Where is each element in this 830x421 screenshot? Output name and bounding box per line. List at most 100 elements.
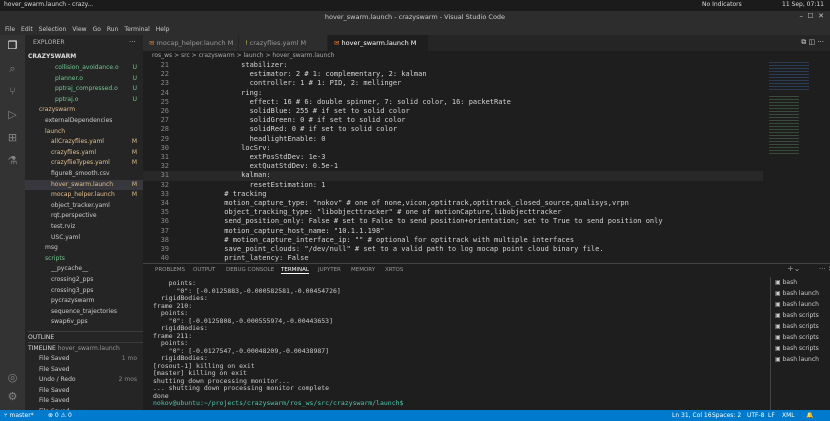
tab-debug-console[interactable]: DEBUG CONSOLE <box>226 267 274 273</box>
code-line[interactable]: 33 # tracking <box>143 190 763 199</box>
testing-icon[interactable]: ⚗ <box>6 154 19 167</box>
tab-terminal[interactable]: TERMINAL <box>281 267 309 274</box>
editor-actions[interactable]: ⧉ ◫ ··· <box>801 38 824 47</box>
menu-view[interactable]: View <box>72 26 86 33</box>
terminal-line[interactable]: "0": [-0.0125883,-0.000582581,-0.0045472… <box>153 287 768 296</box>
manage-gear-icon[interactable]: ⚙ <box>6 390 19 403</box>
code-line[interactable]: 23 controller: 1 # 1: PID, 2: mellinger <box>143 79 763 88</box>
notifications-icon[interactable]: 🔔 <box>806 412 813 419</box>
file-tree-item[interactable]: pptraj.o U <box>25 95 143 106</box>
file-tree-item[interactable]: rqt.perspective <box>25 211 143 222</box>
menu-file[interactable]: File <box>5 26 15 33</box>
code-line[interactable]: 34 motion_capture_type: "nokov" # one of… <box>143 199 763 208</box>
terminal-line[interactable]: "0": [-0.0127547,-0.00048209,-0.00438987… <box>153 347 768 356</box>
code-line[interactable]: 37 motion_capture_host_name: "10.1.1.198… <box>143 227 763 236</box>
more-actions-icon[interactable]: ··· <box>129 38 136 46</box>
encoding[interactable]: UTF-8 <box>747 412 765 419</box>
account-icon[interactable]: ◎ <box>6 371 19 384</box>
code-line[interactable]: 40 print_latency: False <box>143 254 763 263</box>
timeline-item[interactable]: File Saved <box>25 365 143 376</box>
file-tree-item[interactable]: test.rviz <box>25 222 143 233</box>
terminal-instance[interactable]: ▣ bash scripts <box>775 323 819 330</box>
code-line[interactable]: 39 save_point_clouds: "/dev/null" # set … <box>143 245 763 254</box>
file-tree-item[interactable]: mocap_helper.launch M <box>25 190 143 201</box>
menu-run[interactable]: Run <box>107 26 119 33</box>
file-tree-item[interactable]: figure8_smooth.csv <box>25 169 143 180</box>
breadcrumb[interactable]: ros_ws > src > crazyswarm > launch > hov… <box>143 51 830 60</box>
code-line[interactable]: 28 solidRed: 0 # if set to solid color <box>143 125 763 134</box>
timeline-item[interactable]: Undo / Redo 2 mos <box>25 375 143 386</box>
tab-jupyter[interactable]: JUPYTER <box>318 267 341 273</box>
code-line[interactable]: 32 extQuatStdDev: 0.5e-1 <box>143 162 763 171</box>
clock[interactable]: 11 Sep, 07:11 <box>782 1 824 8</box>
file-tree-item[interactable]: swap6v_pps <box>25 317 143 328</box>
file-tree-item[interactable]: hover_swarm.launch M <box>25 179 143 191</box>
terminal-line[interactable]: rigidBodies: <box>153 294 768 303</box>
file-tree-item[interactable]: crossing2_pps <box>25 275 143 286</box>
code-line[interactable]: 31 extPosStdDev: 1e-3 <box>143 153 763 162</box>
code-line[interactable]: 36 send_position_only: False # set to Fa… <box>143 217 763 226</box>
file-tree-item[interactable]: sequence_trajectories <box>25 307 143 318</box>
file-tree-item[interactable]: collision_avoidance.o U <box>25 63 143 74</box>
code-line[interactable]: 29 headlightEnable: 0 <box>143 135 763 144</box>
terminal-instance[interactable]: ▣ bash scripts <box>775 312 819 319</box>
file-tree-item[interactable]: externalDependencies <box>25 116 143 127</box>
cursor-position[interactable]: Ln 31, Col 16 <box>672 412 712 419</box>
file-tree-item[interactable]: pptraj_compressed.o U <box>25 84 143 95</box>
file-tree-item[interactable]: object_tracker.yaml <box>25 201 143 212</box>
terminal-line[interactable]: "0": [-0.0125808,-0.000555974,-0.0044365… <box>153 317 768 326</box>
run-debug-icon[interactable]: ▷ <box>6 108 19 121</box>
tab-mocap-helper[interactable]: ✉ mocap_helper.launch M <box>143 35 238 51</box>
tab-xrtos[interactable]: XRTOS <box>385 267 403 273</box>
eol[interactable]: LF <box>768 412 775 419</box>
tab-crazyflies-yaml[interactable]: ! crazyflies.yaml M <box>239 35 327 51</box>
file-tree-item[interactable]: msg <box>25 243 143 254</box>
code-line[interactable]: 38 # motion_capture_interface_ip: "" # o… <box>143 236 763 245</box>
menu-go[interactable]: Go <box>93 26 101 33</box>
source-control-icon[interactable]: ⑂ <box>6 85 19 98</box>
language-mode[interactable]: XML <box>782 412 795 419</box>
timeline-item[interactable]: File Saved 1 mo <box>25 354 143 365</box>
extensions-icon[interactable]: ⊞ <box>6 131 19 144</box>
file-tree-item[interactable]: USC.yaml <box>25 233 143 244</box>
code-line[interactable]: 25 effect: 16 # 6: double spinner, 7: so… <box>143 98 763 107</box>
timeline-item[interactable]: File Saved <box>25 386 143 397</box>
file-tree-item[interactable]: scripts <box>25 254 143 265</box>
code-line[interactable]: 35 object_tracking_type: "libobjecttrack… <box>143 208 763 217</box>
file-tree-item[interactable]: pycrazyswarm <box>25 296 143 307</box>
indicators-label[interactable]: No Indicators <box>702 1 742 8</box>
menu-edit[interactable]: Edit <box>21 26 33 33</box>
file-tree-item[interactable]: crazyflieTypes.yaml M <box>25 158 143 169</box>
tab-problems[interactable]: PROBLEMS <box>155 267 185 273</box>
app-menu-label[interactable]: hover_swarm.launch - crazy... <box>4 1 93 8</box>
terminal-instance[interactable]: ▣ bash launch <box>775 301 819 308</box>
terminal-line[interactable]: frame 210: <box>153 302 768 311</box>
indentation[interactable]: Spaces: 2 <box>712 412 741 419</box>
problems-indicator[interactable]: ⊗ 0 ⚠ 0 <box>48 412 72 419</box>
code-line[interactable]: 22 estimator: 2 # 1: complementary, 2: k… <box>143 70 763 79</box>
menu-help[interactable]: Help <box>156 26 170 33</box>
code-line[interactable]: 26 solidBlue: 255 # if set to solid colo… <box>143 107 763 116</box>
file-tree-item[interactable]: planner.o U <box>25 74 143 85</box>
tab-memory[interactable]: MEMORY <box>351 267 375 273</box>
code-line[interactable]: 30 locSrv: <box>143 144 763 153</box>
outline-section[interactable]: OUTLINE <box>28 331 143 341</box>
timeline-item[interactable]: File Saved <box>25 396 143 407</box>
file-tree-item[interactable]: allCrazyflies.yaml M <box>25 137 143 148</box>
menu-terminal[interactable]: Terminal <box>124 26 149 33</box>
terminal-line[interactable]: rigidBodies: <box>153 324 768 333</box>
terminal-instance[interactable]: ▣ bash launch <box>775 356 819 363</box>
tab-hover-swarm[interactable]: ✉ hover_swarm.launch M <box>328 35 428 51</box>
code-line[interactable]: 32 resetEstimation: 1 <box>143 181 763 190</box>
terminal-instance[interactable]: ▣ bash scripts <box>775 334 819 341</box>
code-line[interactable]: 21 stabilizer: <box>143 61 763 70</box>
search-icon[interactable]: ⌕ <box>6 62 19 75</box>
file-tree-item[interactable]: launch <box>25 127 143 138</box>
file-tree-item[interactable]: crazyflies.yaml M <box>25 148 143 159</box>
timeline-section[interactable]: TIMELINE hover_swarm.launch <box>28 342 143 352</box>
code-line[interactable]: 31 kalman: <box>143 171 763 181</box>
terminal-line[interactable]: frame 211: <box>153 332 768 341</box>
terminal-line[interactable]: ... shutting down processing monitor com… <box>153 384 768 393</box>
minimap[interactable] <box>763 60 820 263</box>
terminal-line[interactable]: nokov@ubuntu:~/projects/crazyswarm/ros_w… <box>153 399 768 408</box>
